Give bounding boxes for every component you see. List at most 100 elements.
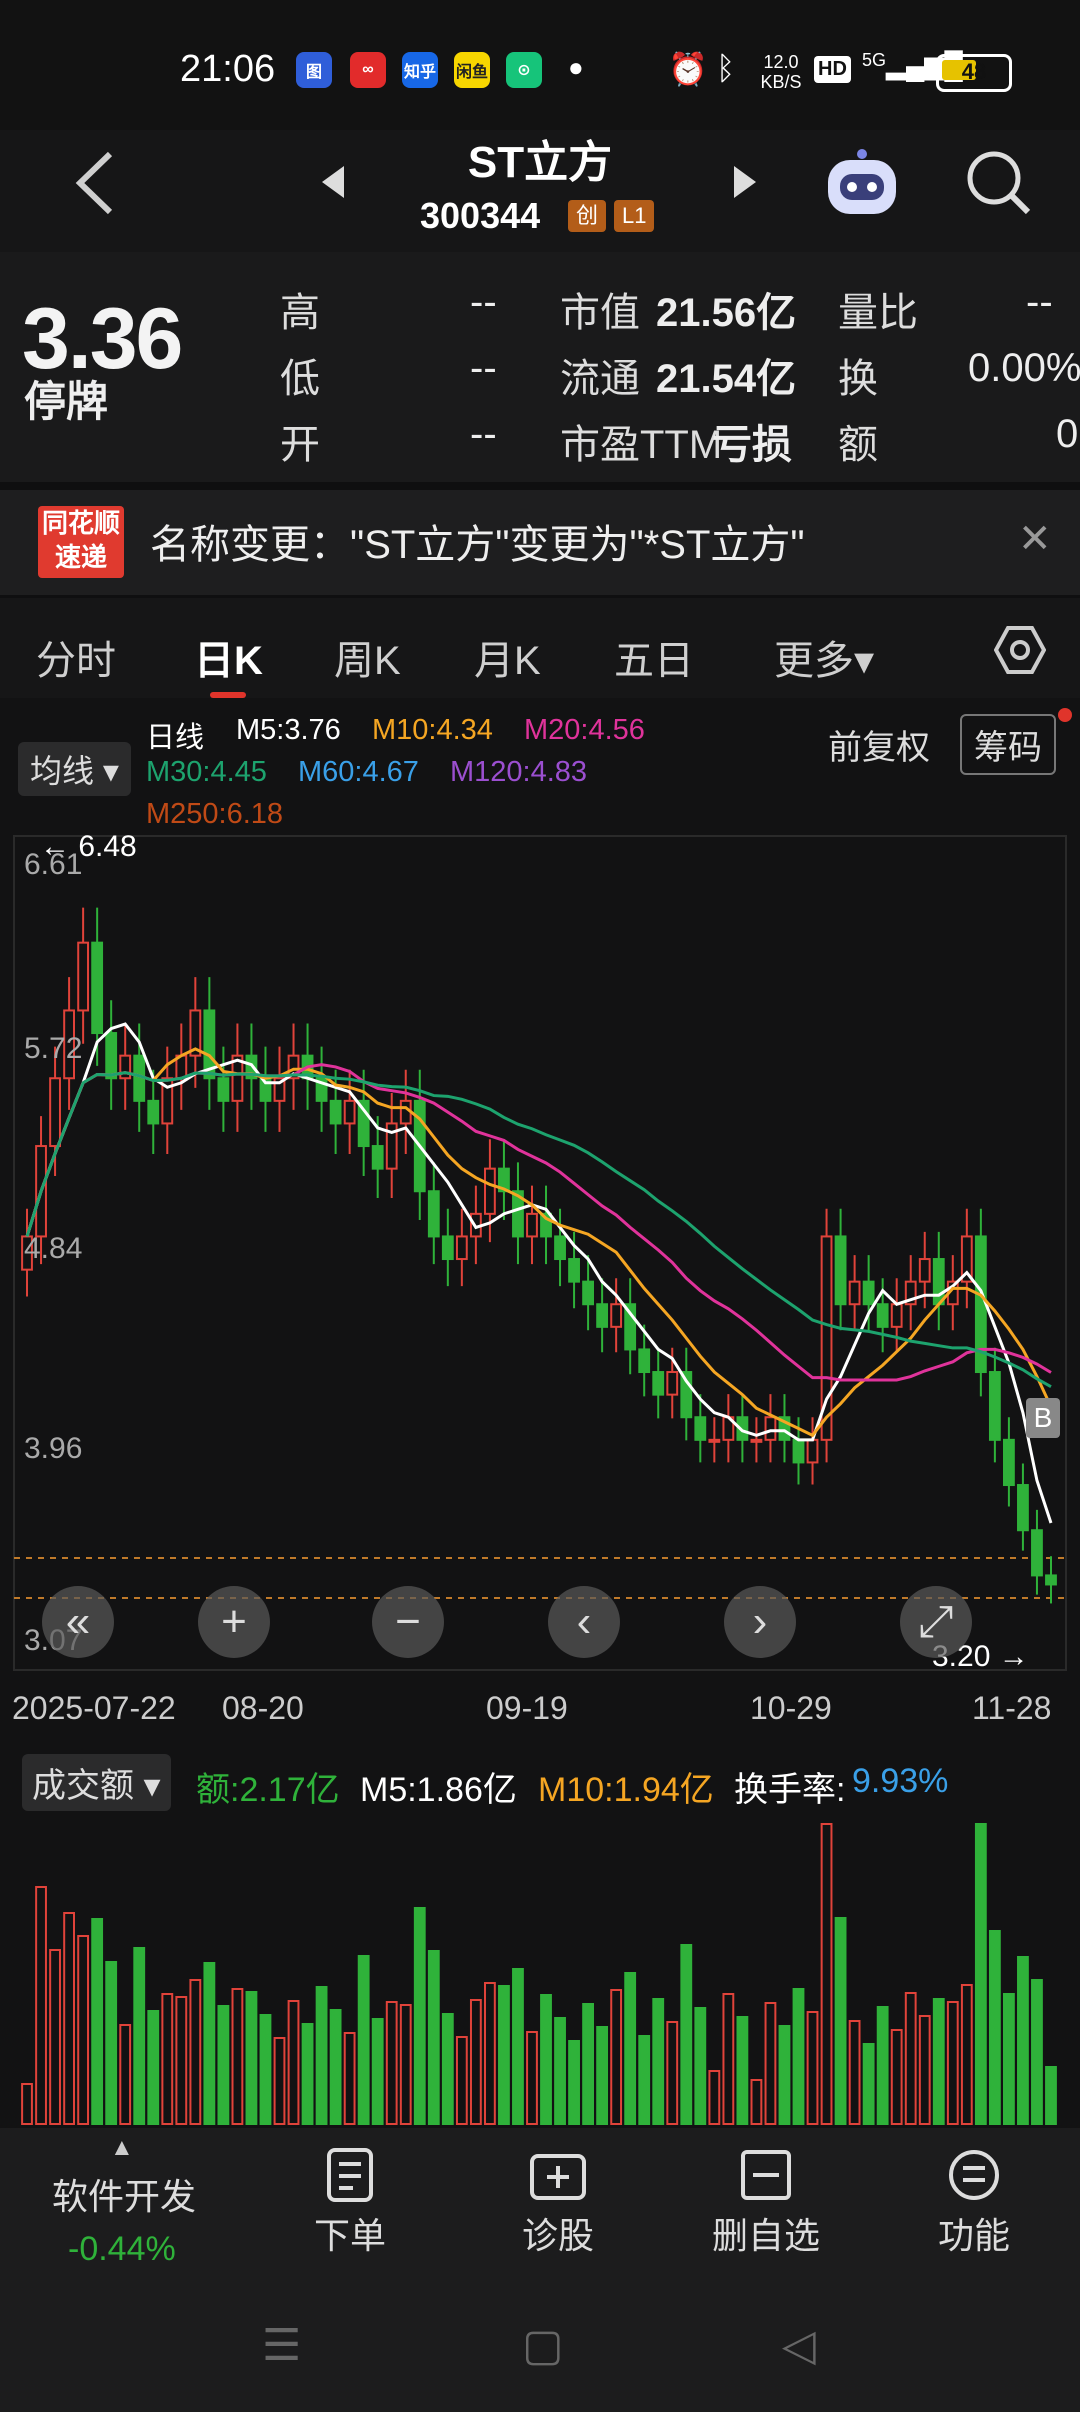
news-text[interactable]: 名称变更："ST立方"变更为"*ST立方" [150, 512, 805, 570]
volume-selector-button[interactable]: 成交额 ▾ [22, 1754, 171, 1811]
volume-bar [554, 2017, 566, 2125]
halt-status: 停牌 [24, 378, 109, 425]
volume-bar [413, 1907, 426, 2125]
high-label: 高 [280, 291, 320, 335]
volume-bar [427, 1950, 440, 2125]
volume-bar [105, 1961, 118, 2125]
assistant-robot-button[interactable] [820, 146, 904, 231]
volume-bar [357, 1955, 370, 2125]
news-logo-bottom: 速递 [54, 542, 107, 572]
candle [848, 1280, 861, 1306]
period-label: 日线 [146, 722, 205, 754]
volume-bar [287, 2000, 300, 2125]
candle [91, 941, 104, 1035]
volume-bar [77, 1935, 90, 2125]
add-box-icon [530, 2154, 586, 2200]
volume-bar [778, 2025, 791, 2125]
status-bar: 21:06 图 ∞ 知乎 闲鱼 ⊙ ● ⏰ ᛒ 12.0 KB/S HD 5G▂… [0, 0, 1080, 130]
candle [834, 1235, 847, 1306]
tab-five-day[interactable]: 五日 [614, 628, 694, 686]
volume-bar [147, 2010, 160, 2125]
sector-name[interactable]: 软件开发 [52, 2168, 196, 2220]
volume-bar [189, 1979, 202, 2125]
x-label-2: 08-20 [222, 1690, 304, 1726]
open-label: 开 [280, 423, 320, 467]
settings-button[interactable] [993, 624, 1047, 681]
candle [455, 1235, 468, 1261]
zoom-out-button[interactable]: − [372, 1586, 444, 1658]
volume-bar [582, 2003, 595, 2125]
max-price-marker: ← 6.48 [40, 830, 137, 863]
turnover-label: 换 [838, 357, 878, 401]
search-button[interactable] [964, 148, 1034, 223]
nav-diagnose-label: 诊股 [521, 2215, 594, 2256]
ma-selector-button[interactable]: 均线 ▾ [18, 742, 131, 796]
candle [1031, 1529, 1043, 1577]
candlestick-chart[interactable] [0, 830, 1080, 1690]
scroll-left-button[interactable]: ‹ [548, 1586, 620, 1658]
market-cap-label: 市值 [560, 291, 640, 335]
nav-functions-label: 功能 [937, 2215, 1010, 2256]
adjust-mode-button[interactable]: 前复权 [828, 720, 930, 769]
system-menu-icon[interactable]: ☰ [262, 2320, 301, 2371]
tab-daily-k[interactable]: 日K [194, 628, 263, 686]
volume-bar [890, 2029, 903, 2125]
next-stock-button[interactable] [730, 162, 760, 207]
candle [764, 1416, 777, 1441]
candle [49, 1077, 61, 1148]
candle [890, 1303, 903, 1328]
volume-bar [736, 2016, 749, 2125]
volume-bar [455, 2036, 468, 2125]
close-icon[interactable]: ✕ [1018, 516, 1052, 562]
candle [988, 1371, 1001, 1441]
candle [708, 1438, 721, 1443]
xianyu-icon: 闲鱼 [454, 52, 490, 88]
volume-bar [385, 2001, 398, 2125]
nav-diagnose[interactable]: 诊股 [458, 2148, 658, 2259]
nav-order[interactable]: 下单 [250, 2148, 450, 2259]
document-icon [327, 2148, 373, 2202]
volume-bar [329, 2009, 342, 2125]
tab-weekly-k[interactable]: 周K [334, 628, 401, 686]
nav-remove-watchlist[interactable]: 删自选 [666, 2148, 866, 2259]
candle [77, 941, 90, 1012]
candle [427, 1190, 440, 1238]
volume-bar [441, 2013, 454, 2125]
scroll-right-button[interactable]: › [724, 1586, 796, 1658]
volume-bar [259, 2014, 272, 2125]
volume-bar [708, 2070, 721, 2125]
volume-bar [217, 2005, 230, 2125]
volume-bar [526, 2031, 538, 2125]
tab-monthly-k[interactable]: 月K [474, 628, 541, 686]
tab-intraday[interactable]: 分时 [36, 628, 116, 686]
volume-bar [792, 1988, 805, 2125]
volume-m5: M5:1.86亿 [360, 1771, 517, 1809]
volume-bar [918, 2015, 931, 2125]
candle [876, 1303, 889, 1328]
volume-chart [21, 1823, 1057, 2125]
volume-bar [469, 1999, 482, 2125]
turnover-value: 0.00% [968, 346, 1080, 390]
stock-code: 300344 [420, 195, 541, 236]
system-back-icon[interactable]: ◁ [782, 2320, 816, 2371]
bluetooth-icon: ᛒ [716, 50, 736, 86]
tab-more[interactable]: 更多▾ [774, 628, 874, 686]
zoom-in-button[interactable]: + [198, 1586, 270, 1658]
volume-bar [512, 1968, 524, 2125]
scroll-fast-left-button[interactable]: « [42, 1586, 114, 1658]
nav-functions[interactable]: 功能 [874, 2148, 1074, 2259]
chips-button[interactable]: 筹码 [960, 714, 1056, 775]
candle [792, 1438, 805, 1464]
volume-bar [161, 1993, 174, 2125]
system-home-icon[interactable]: ▢ [522, 2320, 564, 2371]
volume-bar [946, 2001, 959, 2125]
max-price-label: 6.48 [78, 830, 137, 863]
candle [483, 1167, 496, 1215]
volume-bar [1017, 1956, 1029, 2125]
baidu-map-icon: 图 [296, 52, 332, 88]
buy-marker: B [1026, 1398, 1060, 1438]
float-cap-value: 21.54亿 [656, 357, 797, 401]
candle [596, 1303, 609, 1328]
fullscreen-button[interactable]: ⤢ [900, 1586, 972, 1658]
volume-bars [21, 1823, 1057, 2125]
